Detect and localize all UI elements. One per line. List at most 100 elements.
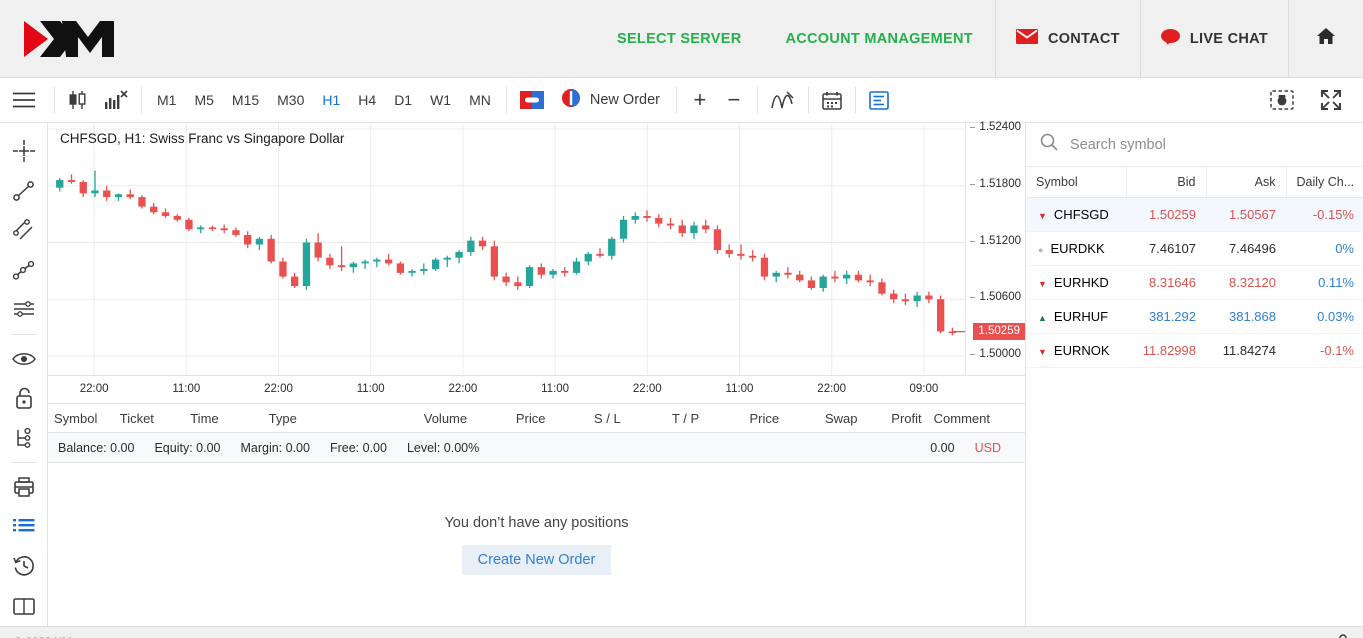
timeframe-m1[interactable]: M1 [148, 78, 185, 123]
mw-symbol-label: EURNOK [1053, 343, 1110, 358]
positions-column-header[interactable]: Price [705, 411, 785, 426]
positions-column-header[interactable]: Profit [863, 411, 927, 426]
positions-column-header[interactable]: Volume [344, 411, 473, 426]
indicator-curve-icon[interactable] [764, 78, 802, 123]
mw-bid-cell[interactable]: 11.82998 [1126, 333, 1206, 368]
timeframe-d1[interactable]: D1 [385, 78, 421, 123]
visibility-eye-icon[interactable] [4, 339, 44, 379]
nav-contact[interactable]: CONTACT [994, 0, 1140, 77]
price-tick: 1.51200 [970, 234, 1021, 247]
positions-column-header[interactable]: Ticket [114, 411, 184, 426]
positions-column-header[interactable]: S / L [552, 411, 627, 426]
mw-change-cell[interactable]: -0.1% [1286, 333, 1363, 368]
market-watch-row[interactable]: ▼ EURHKD 8.31646 8.32120 0.11% [1026, 265, 1363, 300]
symbol-list-icon[interactable] [4, 507, 44, 547]
mw-bid-cell[interactable]: 8.31646 [1126, 265, 1206, 300]
history-clock-icon[interactable] [4, 547, 44, 587]
mw-column-header[interactable]: Daily Ch... [1286, 167, 1363, 198]
objects-tree-icon[interactable] [4, 418, 44, 458]
mw-bid-cell[interactable]: 381.292 [1126, 299, 1206, 334]
timeframe-mn[interactable]: MN [460, 78, 500, 123]
current-price-badge: 1.50259 [973, 322, 1025, 340]
market-watch-row[interactable]: ▼ CHFSGD 1.50259 1.50567 -0.15% [1026, 197, 1363, 232]
parallel-channel-tool-icon[interactable] [4, 211, 44, 251]
sidebar-divider-1 [10, 333, 37, 335]
fullscreen-icon[interactable] [1313, 78, 1349, 123]
nav-live-chat[interactable]: LIVE CHAT [1139, 0, 1289, 77]
notes-panel-icon[interactable] [862, 78, 896, 123]
symbol-search-bar[interactable] [1026, 123, 1363, 167]
nav-select-server[interactable]: SELECT SERVER [595, 0, 764, 77]
crosshair-tool-icon[interactable] [4, 131, 44, 171]
mw-symbol-cell[interactable]: ▲ EURHUF [1026, 299, 1126, 334]
zoom-in-button[interactable]: + [683, 78, 717, 123]
mw-symbol-label: EURDKK [1050, 241, 1105, 256]
timeframe-m15[interactable]: M15 [223, 78, 268, 123]
toolbar-divider-3 [505, 87, 507, 113]
positions-column-header[interactable]: T / P [627, 411, 705, 426]
indicators-remove-icon[interactable] [97, 78, 135, 123]
mw-change-cell[interactable]: -0.15% [1286, 197, 1363, 232]
timeframe-m30[interactable]: M30 [268, 78, 313, 123]
drawing-tools-sidebar [0, 123, 48, 626]
candlestick-canvas[interactable] [48, 123, 970, 375]
mw-column-header[interactable]: Symbol [1026, 167, 1127, 198]
news-panel-icon[interactable] [4, 586, 44, 626]
positions-column-header[interactable]: Time [184, 411, 262, 426]
one-click-trading-icon[interactable] [513, 78, 551, 123]
time-tick: 22:00 [448, 383, 478, 395]
mw-symbol-cell[interactable]: ▼ CHFSGD [1026, 197, 1126, 232]
summary-total-profit: 0.00 [930, 440, 955, 455]
mail-icon [1015, 29, 1038, 48]
secured-connection-badge: SECURED CONNECTION [1193, 634, 1349, 638]
mw-column-header[interactable]: Bid [1126, 167, 1207, 198]
mw-symbol-cell[interactable]: ▼ EURNOK [1026, 333, 1126, 368]
mw-ask-cell[interactable]: 11.84274 [1206, 333, 1286, 368]
price-axis[interactable]: 1.52400 1.51800 1.51200 1.50600 1.50000 1.502… [965, 121, 1025, 375]
positions-column-header[interactable]: Symbol [48, 411, 114, 426]
mw-bid-cell[interactable]: 7.46107 [1126, 231, 1206, 266]
market-watch-panel: SymbolBidAskDaily Ch... ▼ CHFSGD 1.502591.… [1025, 123, 1363, 626]
mw-symbol-cell[interactable]: ● EURDKK [1026, 231, 1126, 266]
menu-hamburger-icon[interactable] [0, 78, 48, 123]
create-new-order-button[interactable]: Create New Order [461, 544, 612, 575]
market-watch-row[interactable]: ● EURDKK 7.46107 7.46496 0% [1026, 231, 1363, 266]
mw-change-cell[interactable]: 0.11% [1286, 265, 1363, 300]
timeframe-w1[interactable]: W1 [421, 78, 460, 123]
positions-column-header[interactable]: Price [473, 411, 551, 426]
market-watch-row[interactable]: ▼ EURNOK 11.82998 11.84274 -0.1% [1026, 333, 1363, 368]
nav-home-button[interactable] [1289, 0, 1363, 77]
mw-ask-cell[interactable]: 8.32120 [1206, 265, 1286, 300]
mw-ask-cell[interactable]: 1.50567 [1206, 197, 1286, 232]
screenshot-icon[interactable] [1263, 78, 1301, 123]
print-icon[interactable] [4, 467, 44, 507]
mw-ask-cell[interactable]: 381.868 [1206, 299, 1286, 334]
calendar-icon[interactable] [815, 78, 849, 123]
mw-symbol-cell[interactable]: ▼ EURHKD [1026, 265, 1126, 300]
new-order-button[interactable]: New Order [551, 78, 670, 123]
nav-live-chat-label: LIVE CHAT [1189, 30, 1268, 47]
xm-logo[interactable] [0, 0, 190, 77]
search-input[interactable] [1070, 136, 1349, 153]
mw-change-cell[interactable]: 0.03% [1286, 299, 1363, 334]
positions-column-header[interactable]: Type [263, 411, 345, 426]
market-watch-row[interactable]: ▲ EURHUF 381.292 381.868 0.03% [1026, 299, 1363, 334]
unlock-icon[interactable] [4, 379, 44, 419]
chart-type-candles-icon[interactable] [61, 78, 97, 123]
mw-column-header[interactable]: Ask [1206, 167, 1287, 198]
trend-line-tool-icon[interactable] [4, 171, 44, 211]
zoom-out-button[interactable]: − [717, 78, 751, 123]
timeframe-h4[interactable]: H4 [349, 78, 385, 123]
positions-column-header[interactable]: Comment [928, 411, 1025, 426]
mw-bid-cell[interactable]: 1.50259 [1126, 197, 1206, 232]
positions-column-header[interactable]: Swap [785, 411, 863, 426]
timeframe-m5[interactable]: M5 [185, 78, 222, 123]
price-chart[interactable]: CHFSGD, H1: Swiss Franc vs Singapore Dol… [48, 123, 970, 375]
timeframe-h1[interactable]: H1 [313, 78, 349, 123]
polyline-tool-icon[interactable] [4, 250, 44, 290]
mw-change-cell[interactable]: 0% [1286, 231, 1363, 266]
new-order-icon [561, 88, 581, 112]
levels-tool-icon[interactable] [4, 290, 44, 330]
nav-account-management[interactable]: ACCOUNT MANAGEMENT [763, 0, 994, 77]
mw-ask-cell[interactable]: 7.46496 [1206, 231, 1286, 266]
